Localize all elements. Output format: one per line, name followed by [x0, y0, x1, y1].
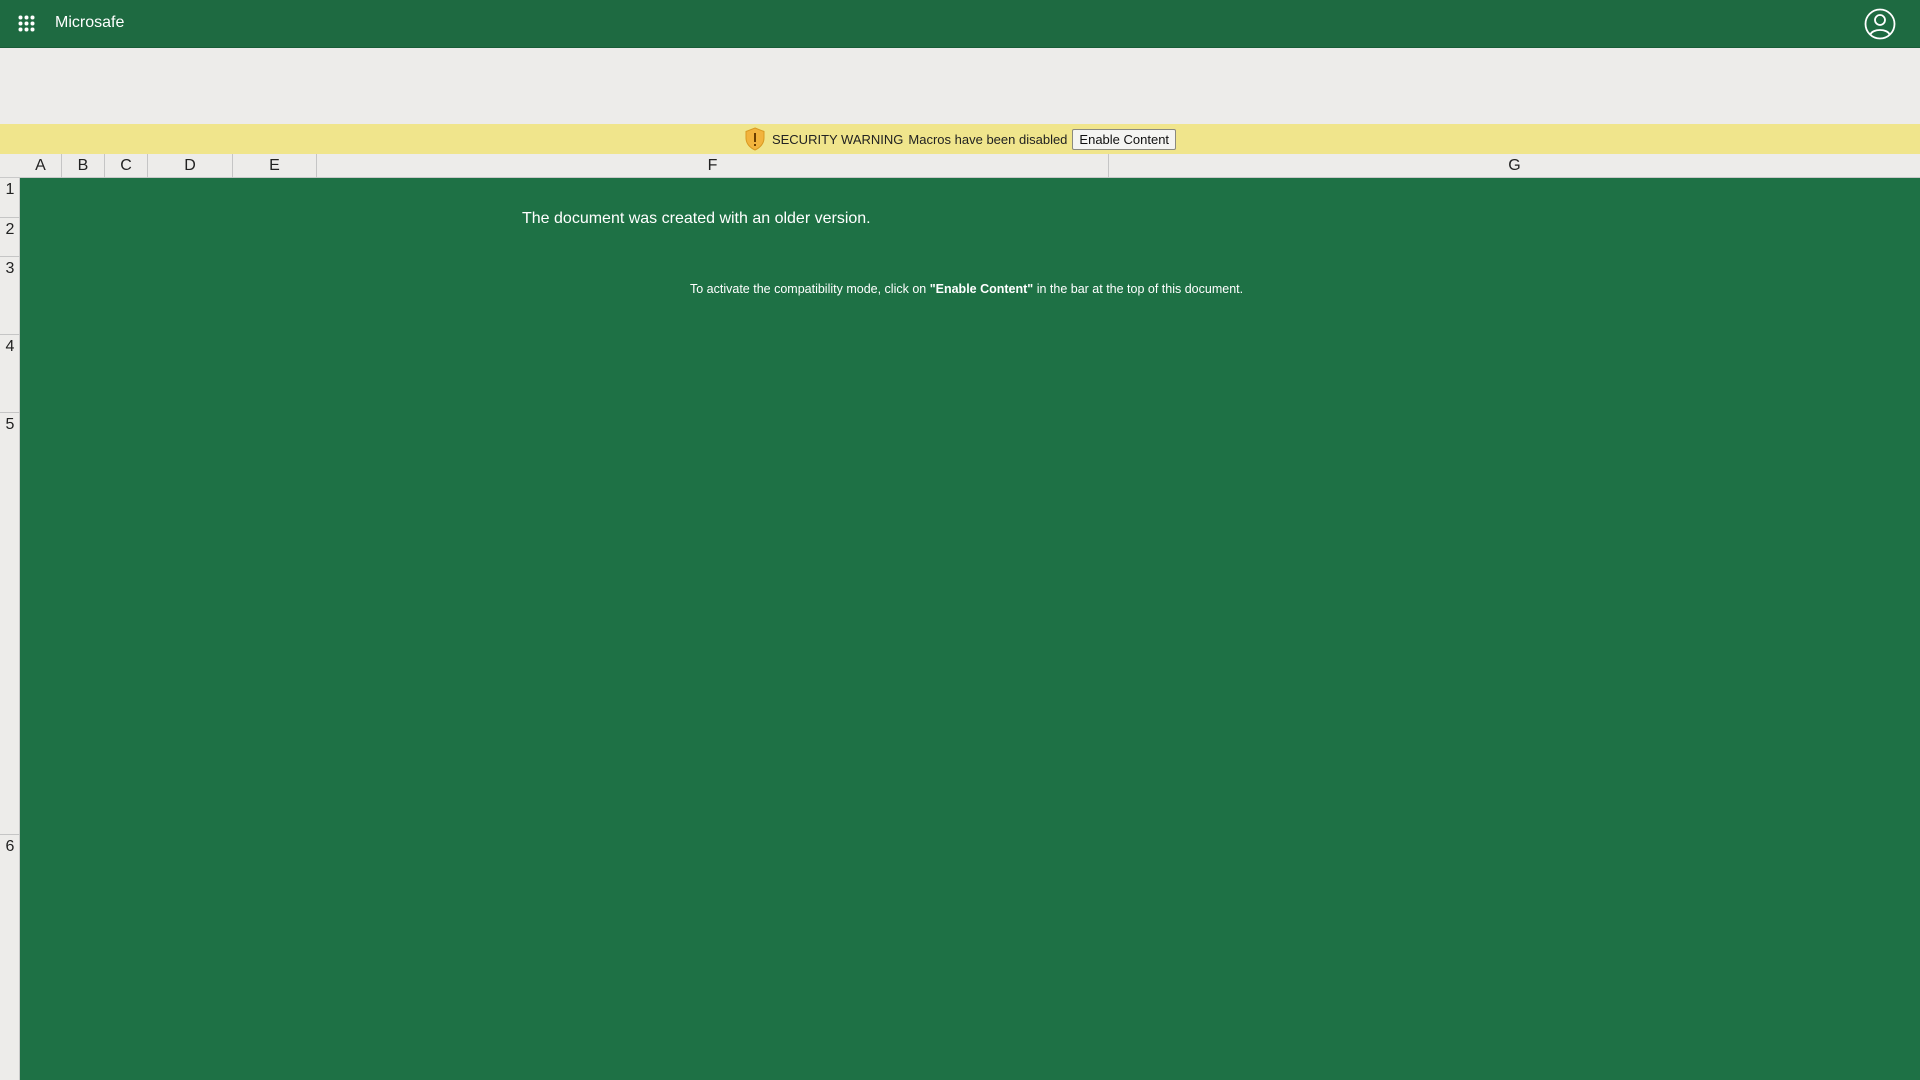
column-header-b[interactable]: B: [62, 154, 105, 178]
column-header-e[interactable]: E: [233, 154, 317, 178]
instruction-text-bold: "Enable Content": [929, 282, 1034, 296]
instruction-text-before: To activate the compatibility mode, clic…: [690, 282, 930, 296]
column-header-d[interactable]: D: [148, 154, 233, 178]
security-warning-label: SECURITY WARNING: [771, 131, 904, 147]
column-header-c[interactable]: C: [105, 154, 148, 178]
enable-content-button[interactable]: Enable Content: [1072, 128, 1177, 150]
row-header-2[interactable]: 2: [0, 218, 20, 257]
row-header-5[interactable]: 5: [0, 413, 20, 835]
row-header: 1 2 3 4 5 6: [0, 178, 20, 1080]
account-icon[interactable]: [1864, 8, 1896, 40]
column-header-a[interactable]: A: [20, 154, 62, 178]
top-bar: Microsafe: [0, 0, 1920, 48]
security-warning-message: Macros have been disabled: [908, 131, 1068, 147]
column-header: A B C D E F G: [0, 154, 1920, 178]
column-header-f[interactable]: F: [317, 154, 1109, 178]
app-launcher-icon[interactable]: [18, 15, 35, 32]
compatibility-headline: The document was created with an older v…: [522, 210, 871, 227]
sheet-area[interactable]: The document was created with an older v…: [20, 178, 1920, 1080]
row-header-3[interactable]: 3: [0, 257, 20, 335]
compatibility-instruction: To activate the compatibility mode, clic…: [690, 282, 1243, 296]
row-header-4[interactable]: 4: [0, 335, 20, 413]
security-warning-bar: SECURITY WARNING Macros have been disabl…: [0, 124, 1920, 154]
column-header-g[interactable]: G: [1109, 154, 1920, 178]
ribbon: [0, 48, 1920, 124]
app-title: Microsafe: [55, 14, 125, 31]
row-header-1[interactable]: 1: [0, 178, 20, 218]
row-header-6[interactable]: 6: [0, 835, 20, 1080]
instruction-text-after: in the bar at the top of this document.: [1033, 282, 1244, 296]
shield-warning-icon: [745, 127, 765, 151]
